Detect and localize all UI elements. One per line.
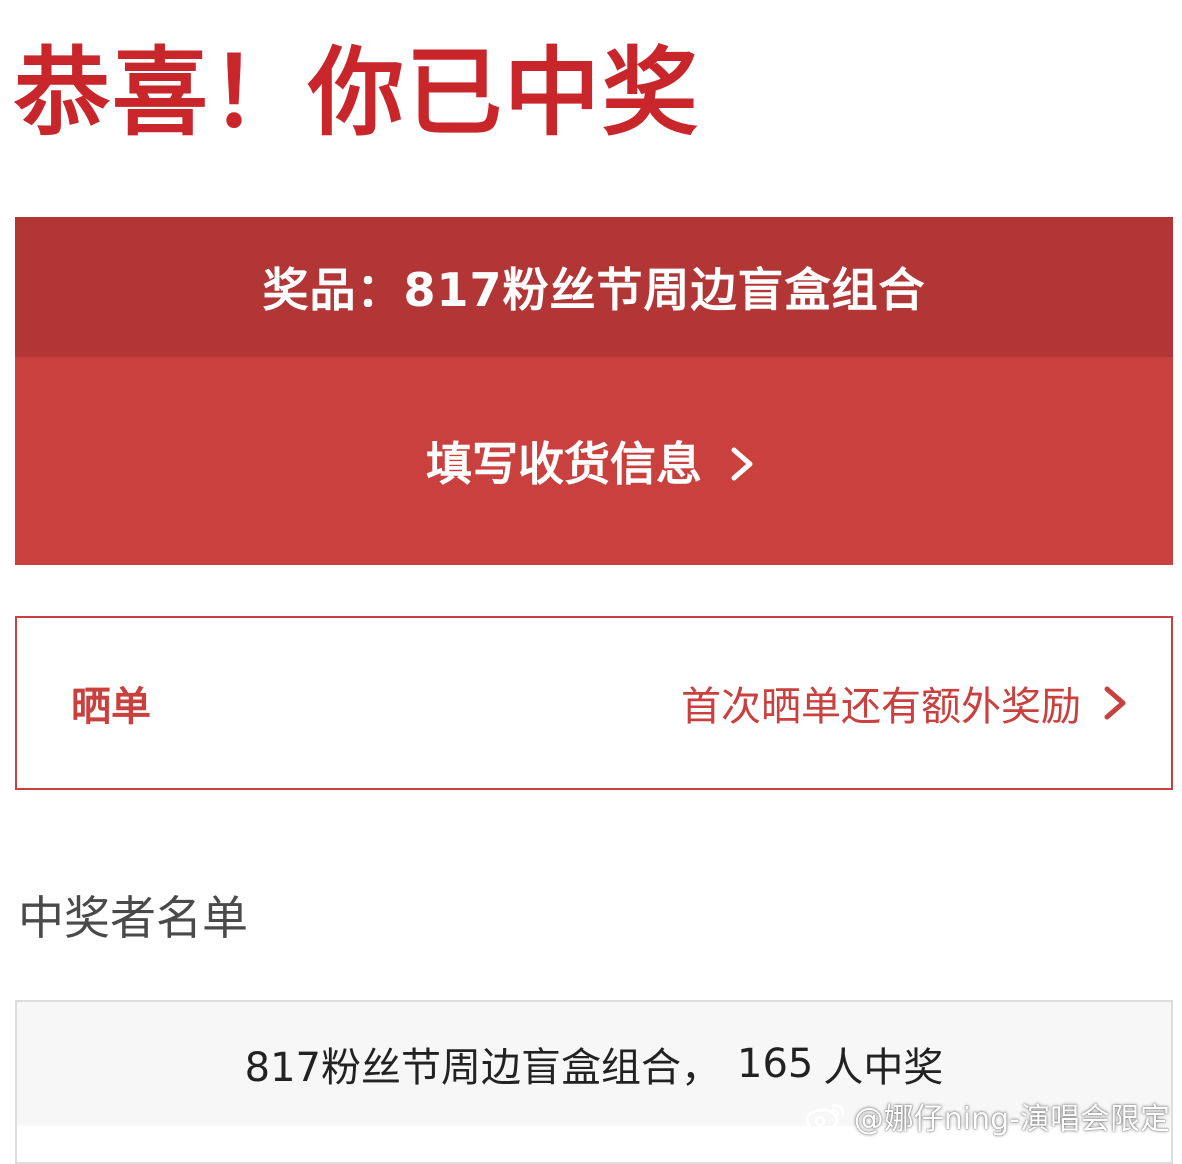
weibo-logo-icon: [804, 1099, 848, 1133]
fill-shipping-info-label: 填写收货信息: [426, 437, 702, 491]
winners-card: 817粉丝节周边盲盒组合， 165 人中奖: [15, 1000, 1173, 1164]
share-order-row[interactable]: 晒单 首次晒单还有额外奖励: [15, 616, 1173, 790]
watermark: @娜仔ning-演唱会限定: [804, 1094, 1170, 1138]
prize-name-bar: 奖品：817粉丝节周边盲盒组合: [15, 217, 1173, 357]
prize-card: 奖品：817粉丝节周边盲盒组合 填写收货信息: [15, 217, 1173, 565]
winners-count: 165: [737, 1041, 814, 1087]
winners-prize-name: 817粉丝节周边盲盒组合，: [244, 1045, 721, 1091]
fill-shipping-info-button[interactable]: 填写收货信息: [15, 357, 1173, 565]
watermark-text: @娜仔ning-演唱会限定: [853, 1102, 1170, 1137]
winners-list-heading: 中奖者名单: [18, 891, 248, 945]
share-order-title: 晒单: [71, 684, 151, 730]
winners-suffix: 人中奖: [823, 1045, 944, 1091]
prize-name-label: 奖品：817粉丝节周边盲盒组合: [262, 263, 926, 317]
congrats-headline: 恭喜！你已中奖: [14, 36, 700, 149]
chevron-right-icon: [1099, 683, 1131, 723]
chevron-right-icon: [722, 441, 762, 481]
share-order-hint-label: 首次晒单还有额外奖励: [681, 684, 1081, 730]
share-order-hint[interactable]: 首次晒单还有额外奖励: [681, 674, 1131, 732]
